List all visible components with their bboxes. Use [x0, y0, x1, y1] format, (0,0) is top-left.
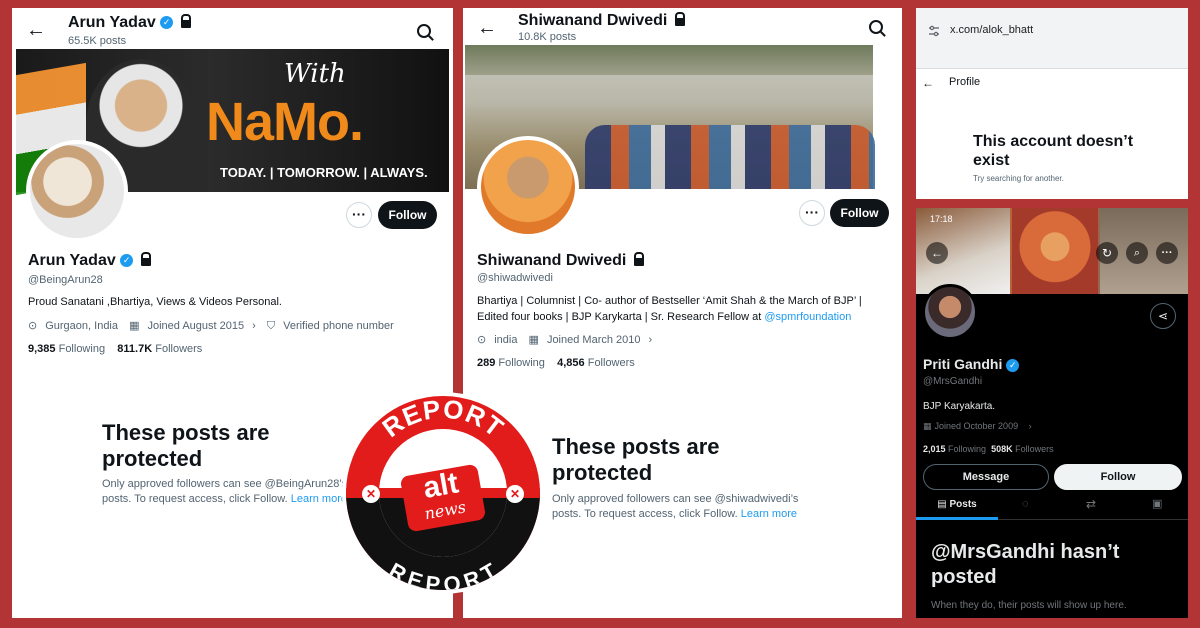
tab-media-icon[interactable]: ▣ — [1152, 497, 1162, 510]
profile-name: Arun Yadav ✓ — [28, 252, 151, 270]
location-icon: ⊙ — [477, 334, 487, 346]
profile-bio: Bhartiya | Columnist | Co- author of Bes… — [477, 295, 862, 323]
alt-news-report-stamp: ✕ ✕ REPORT REPORT alt news — [342, 392, 544, 594]
profile-tabs: ▤ Posts ◌ ⇄ ▣ — [916, 492, 1188, 520]
profile-bio: Proud Sanatani ,Bhartiya, Views & Videos… — [28, 296, 282, 308]
topbar-post-count: 10.8K posts — [518, 31, 577, 43]
profile-banner: 17:18 ← ↻ ⌕ ··· — [916, 208, 1188, 294]
profile-handle: @BeingArun28 — [28, 274, 103, 286]
share-icon[interactable]: ⋖ — [1150, 303, 1176, 329]
learn-more-link[interactable]: Learn more — [741, 508, 797, 520]
svg-text:✕: ✕ — [510, 487, 520, 501]
profile-meta: ⊙ india ▦ Joined March 2010 › — [477, 334, 653, 346]
banner-with-text: With — [284, 59, 346, 89]
not-exist-title: This account doesn’t exist — [973, 133, 1134, 169]
bio-mention-link[interactable]: @spmrfoundation — [764, 311, 851, 323]
profile-header: Profile — [949, 76, 981, 88]
profile-meta: ⊙ Gurgaon, India ▦ Joined August 2015 › ⛉ Ve… — [28, 320, 394, 332]
back-arrow-icon[interactable]: ← — [922, 76, 934, 90]
lock-icon — [180, 14, 191, 29]
banner-tagline: TODAY. | TOMORROW. | ALWAYS. — [220, 165, 428, 180]
lock-icon — [633, 252, 644, 267]
follow-button[interactable]: Follow — [1054, 464, 1182, 490]
more-options-button[interactable]: ··· — [799, 200, 825, 226]
chevron-right-icon: › — [252, 320, 256, 332]
posts-icon: ▤ — [937, 499, 947, 510]
calendar-icon: ▦ — [923, 421, 932, 431]
profile-name: Priti Gandhi ✓ — [923, 356, 1020, 372]
empty-state-title: @MrsGandhi hasn’t posted — [931, 541, 1120, 588]
calendar-icon: ▦ — [528, 334, 539, 346]
not-exist-subtitle: Try searching for another. — [973, 174, 1064, 183]
verified-badge-icon: ✓ — [1006, 358, 1020, 372]
tab-reposts-icon[interactable]: ⇄ — [1086, 497, 1096, 511]
protected-text: Only approved followers can see @shiwadw… — [552, 493, 799, 520]
back-arrow-icon[interactable]: ← — [26, 20, 46, 40]
learn-more-link[interactable]: Learn more — [291, 493, 347, 505]
follow-counts: 2,015 Following 508K Followers — [923, 444, 1054, 454]
protected-title: These posts are protected — [102, 420, 270, 471]
protected-title: These posts are protected — [552, 434, 720, 485]
more-options-button[interactable]: ··· — [346, 202, 372, 228]
profile-name: Shiwanand Dwivedi — [477, 252, 644, 270]
protected-text: Only approved followers can see @BeingAr… — [102, 478, 348, 505]
message-button[interactable]: Message — [923, 464, 1049, 490]
svg-text:✕: ✕ — [366, 487, 376, 501]
profile-handle: @MrsGandhi — [923, 376, 983, 387]
banner-trees-image — [465, 45, 873, 75]
location-icon: ⊙ — [28, 320, 38, 332]
status-time: 17:18 — [930, 214, 953, 224]
banner-namo-text: NaMo. — [206, 92, 364, 152]
more-options-icon[interactable]: ··· — [1156, 242, 1178, 264]
search-icon[interactable] — [417, 24, 431, 38]
chevron-right-icon: › — [1028, 421, 1032, 431]
verified-badge-icon: ✓ — [160, 16, 174, 30]
back-arrow-icon[interactable]: ← — [477, 18, 497, 38]
tab-replies-icon[interactable]: ◌ — [1022, 498, 1029, 510]
tab-posts[interactable]: ▤ Posts — [916, 492, 998, 520]
search-icon[interactable]: ⌕ — [1126, 242, 1148, 264]
banner-collage-image-2 — [1012, 208, 1098, 294]
chevron-right-icon: › — [648, 334, 653, 346]
search-icon[interactable] — [869, 20, 883, 34]
verified-badge-icon: ✓ — [120, 254, 134, 268]
shield-check-icon: ⛉ — [266, 320, 276, 332]
account-not-exist-panel: x.com/alok_bhatt ← Profile This account … — [916, 8, 1188, 199]
avatar[interactable] — [26, 140, 128, 242]
empty-state-text: When they do, their posts will show up h… — [931, 600, 1127, 611]
avatar[interactable] — [922, 284, 978, 340]
url-bar-divider — [916, 68, 1188, 69]
lock-icon — [674, 12, 685, 27]
topbar-title: Arun Yadav ✓ — [68, 14, 191, 32]
banner-group-image — [585, 125, 875, 189]
back-arrow-icon[interactable]: ← — [926, 242, 948, 264]
follow-button[interactable]: Follow — [830, 199, 889, 227]
url-bar[interactable]: x.com/alok_bhatt — [916, 16, 1188, 48]
refresh-icon[interactable]: ↻ — [1096, 242, 1118, 264]
follow-button[interactable]: Follow — [378, 201, 437, 229]
profile-handle: @shiwadwivedi — [477, 272, 553, 284]
topbar-post-count: 65.5K posts — [68, 35, 127, 47]
calendar-icon: ▦ — [129, 320, 140, 332]
site-settings-icon[interactable] — [928, 25, 940, 37]
profile-bio: BJP Karyakarta. — [923, 401, 996, 412]
lock-icon — [140, 252, 151, 267]
follow-counts: 289 Following 4,856 Followers — [477, 357, 635, 369]
profile-meta: ▦ Joined October 2009 › — [923, 421, 1032, 431]
avatar[interactable] — [477, 136, 579, 238]
profile-panel-priti-gandhi: 17:18 ← ↻ ⌕ ··· ⋖ Priti Gandhi ✓ @MrsGan… — [916, 208, 1188, 618]
topbar-title: Shiwanand Dwivedi — [518, 12, 685, 30]
url-text[interactable]: x.com/alok_bhatt — [950, 24, 1033, 36]
follow-counts: 9,385 Following 811.7K Followers — [28, 343, 203, 355]
